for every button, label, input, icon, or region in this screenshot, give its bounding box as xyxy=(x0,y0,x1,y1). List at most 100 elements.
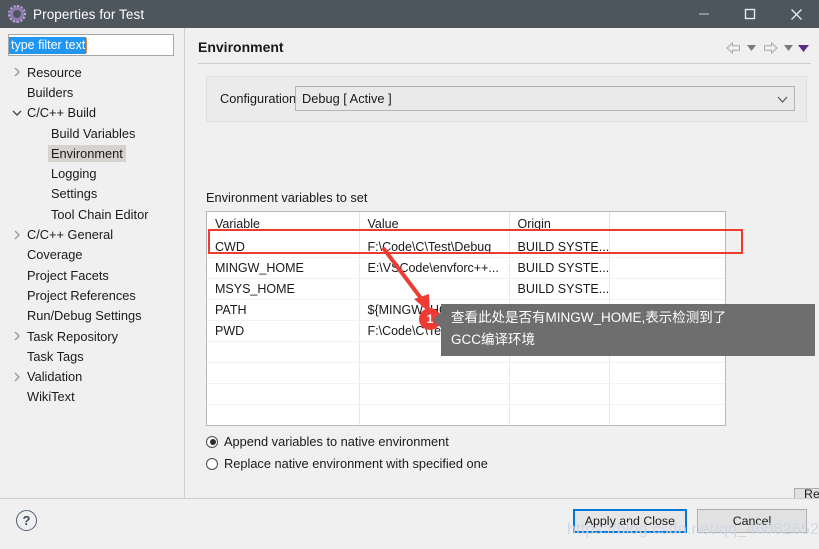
sidebar-item-logging[interactable]: Logging xyxy=(0,163,185,183)
cell-variable xyxy=(207,404,360,425)
settings-tree-pane: type filter text Resource Builders C/C++ B… xyxy=(0,28,185,498)
chevron-right-icon[interactable] xyxy=(10,67,24,77)
environment-page: Environment Configuration: Debug [Activ… xyxy=(186,28,819,515)
sidebar-item-label: Coverage xyxy=(27,247,83,263)
cell-extra xyxy=(609,404,725,425)
sidebar-item-label: Builders xyxy=(27,84,74,100)
table-row[interactable]: CWD F:\Code\C\Test\Debug BUILD SYSTE... xyxy=(207,236,725,258)
cell-variable xyxy=(207,362,360,384)
text-caret xyxy=(86,37,88,53)
column-header[interactable] xyxy=(609,212,725,237)
cell-variable: CWD xyxy=(207,236,360,258)
cell-value xyxy=(359,278,510,300)
title-bar: Properties for Test xyxy=(0,0,819,28)
configuration-select[interactable]: Debug [ Active ] xyxy=(295,86,795,111)
back-arrow-icon[interactable] xyxy=(722,37,744,59)
sidebar-item-c-c-build[interactable]: C/C++ Build xyxy=(0,103,185,123)
table-row[interactable] xyxy=(207,404,725,425)
forward-menu-chevron-down-icon[interactable] xyxy=(781,37,796,59)
sidebar-item-task-tags[interactable]: Task Tags xyxy=(0,346,185,366)
column-header[interactable]: Origin xyxy=(509,212,610,237)
sidebar-item-label: Validation xyxy=(27,369,83,385)
sidebar-item-c-c-general[interactable]: C/C++ General xyxy=(0,224,185,244)
dialog-body: type filter text Resource Builders C/C++ B… xyxy=(0,28,819,515)
cell-extra xyxy=(609,236,725,258)
configuration-label: Configuration: xyxy=(220,91,300,106)
sidebar-item-validation[interactable]: Validation xyxy=(0,366,185,386)
radio-replace-label: Replace native environment with specifie… xyxy=(224,456,488,471)
window-title: Properties for Test xyxy=(33,6,145,22)
page-title: Environment xyxy=(198,39,284,55)
cell-variable: MINGW_HOME xyxy=(207,257,360,279)
sidebar-item-environment[interactable]: Environment xyxy=(0,143,185,163)
sidebar-item-label: Task Tags xyxy=(27,348,84,364)
help-question-icon[interactable]: ? xyxy=(16,510,37,531)
column-header[interactable]: Value xyxy=(359,212,510,237)
cell-variable: MSYS_HOME xyxy=(207,278,360,300)
properties-gear-icon xyxy=(8,5,26,23)
forward-arrow-icon[interactable] xyxy=(759,37,781,59)
sidebar-item-coverage[interactable]: Coverage xyxy=(0,245,185,265)
configuration-value: Debug [ Active ] xyxy=(302,91,392,106)
cell-variable xyxy=(207,341,360,363)
chevron-right-icon[interactable] xyxy=(10,331,24,341)
cell-extra xyxy=(609,362,725,384)
sidebar-item-settings[interactable]: Settings xyxy=(0,184,185,204)
sidebar-item-run-debug-settings[interactable]: Run/Debug Settings xyxy=(0,306,185,326)
chevron-down-icon[interactable] xyxy=(10,109,24,117)
view-menu-chevron-down-filled-icon[interactable] xyxy=(796,37,811,59)
sidebar-item-label: Environment xyxy=(48,144,126,162)
cell-value xyxy=(359,404,510,425)
filter-input[interactable]: type filter text xyxy=(8,34,174,56)
minimize-button[interactable] xyxy=(681,0,727,28)
watermark: https://blog.csdn.net/qq_46082652 xyxy=(567,521,819,538)
chevron-right-icon[interactable] xyxy=(10,230,24,240)
cell-variable: PWD xyxy=(207,320,360,342)
cell-value xyxy=(359,383,510,405)
table-row[interactable] xyxy=(207,362,725,384)
cell-value: E:\VSCode\envforc++... xyxy=(359,257,510,279)
sidebar-item-wikitext[interactable]: WikiText xyxy=(0,387,185,407)
cell-origin xyxy=(509,383,610,405)
table-caption: Environment variables to set xyxy=(206,190,368,205)
sidebar-item-label: Build Variables xyxy=(51,125,136,141)
close-button[interactable] xyxy=(773,0,819,28)
sidebar-item-label: Settings xyxy=(51,186,98,202)
sidebar-item-project-references[interactable]: Project References xyxy=(0,285,185,305)
radio-indicator xyxy=(206,435,218,448)
radio-indicator xyxy=(206,457,218,470)
column-header[interactable]: Variable xyxy=(207,212,360,237)
chevron-right-icon[interactable] xyxy=(10,372,24,382)
cell-value: F:\Code\C\Test\Debug xyxy=(359,236,510,258)
sidebar-item-task-repository[interactable]: Task Repository xyxy=(0,326,185,346)
sidebar-item-build-variables[interactable]: Build Variables xyxy=(0,123,185,143)
sidebar-item-label: C/C++ Build xyxy=(27,105,96,121)
cell-origin: BUILD SYSTE... xyxy=(509,278,610,300)
configuration-group: Configuration: Debug [ Active ] xyxy=(206,76,807,122)
radio-replace-environment[interactable]: Replace native environment with specifie… xyxy=(206,456,488,471)
table-row[interactable]: MINGW_HOME E:\VSCode\envforc++... BUILD SY… xyxy=(207,257,725,279)
properties-dialog: Properties for Test type filter text Res… xyxy=(0,0,819,549)
title-divider xyxy=(198,63,811,64)
sidebar-item-label: Task Repository xyxy=(27,328,119,344)
filter-input-value: type filter text xyxy=(9,36,87,54)
page-nav-toolbar xyxy=(722,37,811,59)
tooltip-line-2: GCC编译环境 xyxy=(451,332,535,347)
sidebar-item-tool-chain-editor[interactable]: Tool Chain Editor xyxy=(0,204,185,224)
radio-append-variables[interactable]: Append variables to native environment xyxy=(206,434,449,449)
sidebar-item-resource[interactable]: Resource xyxy=(0,62,185,82)
sidebar-item-builders[interactable]: Builders xyxy=(0,82,185,102)
cell-origin xyxy=(509,404,610,425)
cell-variable: PATH xyxy=(207,299,360,321)
sidebar-item-label: Project References xyxy=(27,287,136,303)
annotation-tooltip: 查看此处是否有MINGW_HOME,表示检测到了 GCC编译环境 xyxy=(433,304,815,356)
table-row[interactable]: MSYS_HOME BUILD SYSTE... xyxy=(207,278,725,300)
sidebar-item-label: WikiText xyxy=(27,389,75,405)
maximize-button[interactable] xyxy=(727,0,773,28)
settings-tree[interactable]: Resource Builders C/C++ Build Build Variabl… xyxy=(0,62,185,407)
sidebar-item-project-facets[interactable]: Project Facets xyxy=(0,265,185,285)
cell-extra xyxy=(609,278,725,300)
back-menu-chevron-down-icon[interactable] xyxy=(744,37,759,59)
tooltip-line-1: 查看此处是否有MINGW_HOME,表示检测到了 xyxy=(451,310,727,325)
table-row[interactable] xyxy=(207,383,725,405)
